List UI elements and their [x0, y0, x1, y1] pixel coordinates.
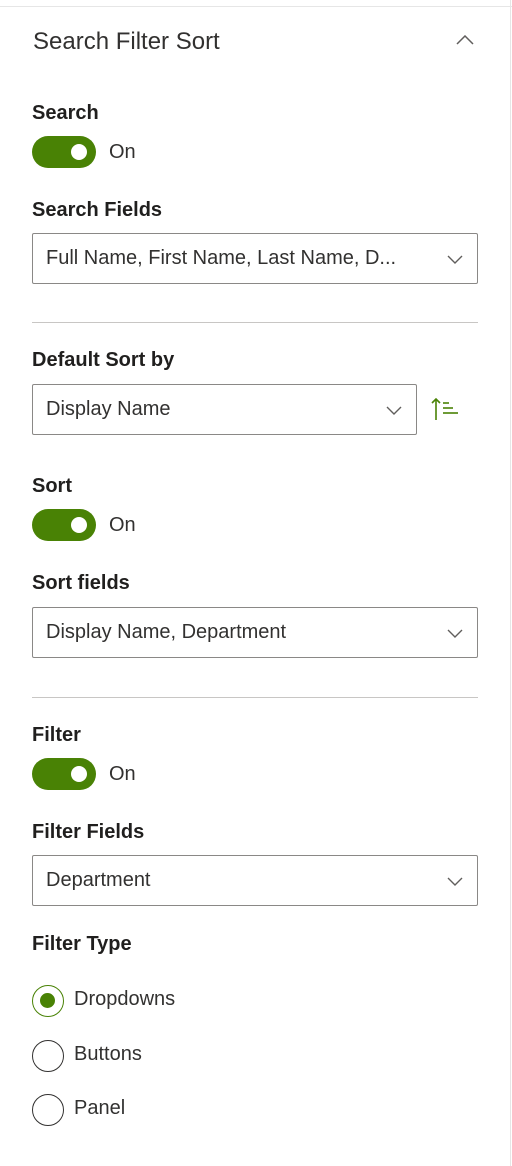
- search-toggle-state: On: [109, 141, 136, 163]
- chevron-up-icon: [456, 35, 474, 45]
- section-divider: [32, 697, 478, 698]
- collapse-button[interactable]: [450, 26, 480, 54]
- filter-toggle[interactable]: [32, 758, 96, 790]
- search-fields-dropdown[interactable]: Full Name, First Name, Last Name, D...: [32, 233, 478, 284]
- filter-fields-label: Filter Fields: [32, 821, 145, 843]
- radio-buttons[interactable]: [32, 1040, 64, 1072]
- search-toggle[interactable]: [32, 136, 96, 168]
- chevron-down-icon: [386, 406, 402, 415]
- sort-direction-button[interactable]: [430, 396, 462, 424]
- panel-top-border: [0, 6, 512, 7]
- search-filter-sort-panel: Search Filter Sort Search On Search Fiel…: [0, 0, 512, 1166]
- sort-fields-value: Display Name, Department: [46, 621, 287, 643]
- filter-fields-dropdown[interactable]: Department: [32, 855, 478, 906]
- search-fields-label: Search Fields: [32, 199, 163, 221]
- search-fields-value: Full Name, First Name, Last Name, D...: [46, 247, 397, 269]
- panel-right-border: [510, 0, 511, 1166]
- sort-fields-label: Sort fields: [32, 572, 130, 594]
- radio-dropdowns[interactable]: [32, 985, 64, 1017]
- radio-label-panel[interactable]: Panel: [74, 1097, 125, 1120]
- section-divider: [32, 322, 478, 323]
- radio-panel[interactable]: [32, 1094, 64, 1126]
- default-sort-label: Default Sort by: [32, 349, 175, 371]
- default-sort-dropdown[interactable]: Display Name: [32, 384, 417, 435]
- panel-title: Search Filter Sort: [33, 28, 220, 55]
- radio-label-buttons[interactable]: Buttons: [74, 1043, 142, 1066]
- toggle-knob: [71, 144, 87, 160]
- sort-toggle[interactable]: [32, 509, 96, 541]
- radio-label-dropdowns[interactable]: Dropdowns: [74, 988, 175, 1011]
- chevron-down-icon: [447, 255, 463, 264]
- toggle-knob: [71, 766, 87, 782]
- filter-label: Filter: [32, 724, 81, 746]
- filter-type-label: Filter Type: [32, 933, 132, 955]
- filter-fields-value: Department: [46, 869, 151, 891]
- chevron-down-icon: [447, 877, 463, 886]
- sort-label: Sort: [32, 475, 72, 497]
- default-sort-value: Display Name: [46, 398, 171, 420]
- sort-ascending-icon: [431, 397, 458, 420]
- filter-toggle-state: On: [109, 763, 136, 785]
- chevron-down-icon: [447, 629, 463, 638]
- sort-toggle-state: On: [109, 514, 136, 536]
- sort-fields-dropdown[interactable]: Display Name, Department: [32, 607, 478, 658]
- toggle-knob: [71, 517, 87, 533]
- search-label: Search: [32, 102, 99, 124]
